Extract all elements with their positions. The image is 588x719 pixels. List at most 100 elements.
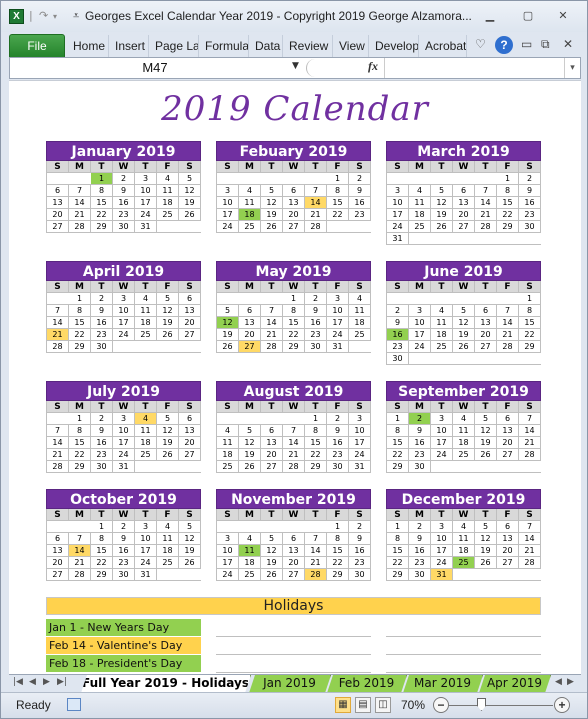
day-cell[interactable]: 9: [113, 185, 135, 197]
empty-cell[interactable]: [453, 293, 475, 305]
day-cell[interactable]: 9: [519, 185, 541, 197]
day-cell[interactable]: 29: [69, 341, 91, 353]
day-cell[interactable]: 23: [305, 329, 327, 341]
empty-cell[interactable]: [217, 293, 239, 305]
day-cell[interactable]: 28: [69, 569, 91, 581]
day-cell[interactable]: 12: [475, 533, 497, 545]
day-cell[interactable]: 22: [283, 329, 305, 341]
day-cell[interactable]: 30: [305, 341, 327, 353]
day-cell[interactable]: 20: [47, 557, 69, 569]
day-cell[interactable]: 2: [349, 173, 371, 185]
day-cell[interactable]: 21: [305, 209, 327, 221]
worksheet-grid[interactable]: 2019 Calendar January 2019 S M T W T F S 1 2 3 4 5 6 7…: [9, 80, 581, 674]
day-cell[interactable]: 1: [69, 413, 91, 425]
day-cell[interactable]: 29: [69, 461, 91, 473]
day-cell[interactable]: 19: [217, 329, 239, 341]
empty-cell[interactable]: [157, 569, 179, 581]
day-cell[interactable]: 17: [327, 317, 349, 329]
day-cell[interactable]: 24: [431, 557, 453, 569]
empty-cell[interactable]: [453, 461, 475, 473]
day-cell[interactable]: 6: [179, 293, 201, 305]
empty-cell[interactable]: [475, 293, 497, 305]
empty-cell[interactable]: [431, 233, 453, 245]
day-cell[interactable]: 28: [475, 221, 497, 233]
empty-cell[interactable]: [179, 341, 201, 353]
tab-insert[interactable]: Insert: [109, 35, 149, 57]
day-cell[interactable]: 3: [113, 293, 135, 305]
name-box-dropdown-icon[interactable]: ▼: [292, 61, 299, 71]
day-cell[interactable]: 12: [475, 425, 497, 437]
day-cell[interactable]: 2: [91, 413, 113, 425]
day-cell[interactable]: 3: [387, 185, 409, 197]
day-cell[interactable]: 20: [179, 317, 201, 329]
day-cell[interactable]: 8: [69, 425, 91, 437]
day-cell[interactable]: 26: [431, 221, 453, 233]
day-cell[interactable]: 26: [453, 341, 475, 353]
day-cell[interactable]: 19: [261, 557, 283, 569]
day-cell[interactable]: 30: [91, 341, 113, 353]
day-cell[interactable]: 3: [113, 413, 135, 425]
empty-cell[interactable]: [261, 413, 283, 425]
day-cell[interactable]: 21: [69, 209, 91, 221]
day-cell[interactable]: 5: [475, 521, 497, 533]
day-cell[interactable]: 6: [453, 185, 475, 197]
day-cell[interactable]: 30: [113, 221, 135, 233]
empty-cell[interactable]: [475, 233, 497, 245]
help-icon[interactable]: ?: [495, 36, 513, 54]
day-cell[interactable]: 27: [283, 569, 305, 581]
empty-cell[interactable]: [239, 293, 261, 305]
day-cell[interactable]: 1: [327, 173, 349, 185]
day-cell[interactable]: 3: [431, 521, 453, 533]
day-cell[interactable]: 11: [135, 305, 157, 317]
day-cell[interactable]: 1: [327, 521, 349, 533]
day-cell[interactable]: 17: [217, 557, 239, 569]
expand-formula-bar-icon[interactable]: ▾: [564, 58, 580, 78]
day-cell[interactable]: 16: [91, 437, 113, 449]
day-cell[interactable]: 10: [349, 425, 371, 437]
day-cell[interactable]: 4: [453, 521, 475, 533]
day-cell[interactable]: 5: [179, 521, 201, 533]
empty-cell[interactable]: [217, 413, 239, 425]
day-cell[interactable]: 14: [519, 533, 541, 545]
day-cell[interactable]: 7: [305, 185, 327, 197]
day-cell[interactable]: 22: [305, 449, 327, 461]
day-cell[interactable]: 31: [327, 341, 349, 353]
day-cell[interactable]: 22: [387, 449, 409, 461]
day-cell[interactable]: 21: [69, 557, 91, 569]
day-cell[interactable]: 26: [475, 557, 497, 569]
day-cell[interactable]: 21: [47, 449, 69, 461]
day-cell[interactable]: 24: [327, 329, 349, 341]
day-cell[interactable]: 14: [47, 317, 69, 329]
day-cell[interactable]: 14: [283, 437, 305, 449]
day-cell[interactable]: 15: [91, 545, 113, 557]
day-cell[interactable]: 23: [327, 449, 349, 461]
day-cell[interactable]: 18: [453, 437, 475, 449]
empty-cell[interactable]: [261, 173, 283, 185]
day-cell[interactable]: 27: [179, 449, 201, 461]
day-cell[interactable]: 8: [91, 185, 113, 197]
day-cell[interactable]: 14: [261, 317, 283, 329]
day-cell[interactable]: 15: [69, 317, 91, 329]
day-cell[interactable]: 11: [453, 425, 475, 437]
day-cell[interactable]: 4: [239, 185, 261, 197]
day-cell[interactable]: 4: [157, 173, 179, 185]
day-cell[interactable]: 31: [387, 233, 409, 245]
day-cell[interactable]: 8: [305, 425, 327, 437]
empty-cell[interactable]: [497, 461, 519, 473]
day-cell[interactable]: 30: [91, 461, 113, 473]
insert-function-icon[interactable]: fx: [368, 59, 378, 74]
workbook-close-icon[interactable]: ✕: [563, 37, 573, 51]
day-cell[interactable]: 3: [135, 173, 157, 185]
redo-dropdown-icon[interactable]: ▾: [53, 12, 57, 21]
day-cell[interactable]: 15: [91, 197, 113, 209]
day-cell[interactable]: 23: [387, 341, 409, 353]
day-cell[interactable]: 31: [135, 569, 157, 581]
day-cell[interactable]: 12: [261, 197, 283, 209]
day-cell[interactable]: 4: [135, 413, 157, 425]
day-cell[interactable]: 25: [431, 341, 453, 353]
day-cell[interactable]: 22: [497, 209, 519, 221]
day-cell[interactable]: 10: [431, 425, 453, 437]
day-cell[interactable]: 30: [519, 221, 541, 233]
day-cell[interactable]: 11: [349, 305, 371, 317]
day-cell[interactable]: 18: [349, 317, 371, 329]
